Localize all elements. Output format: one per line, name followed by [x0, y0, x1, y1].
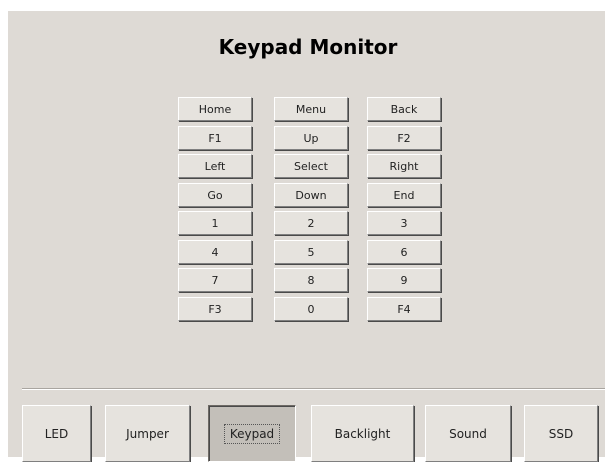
key-5-button[interactable]: 5	[274, 240, 348, 264]
key-right-button[interactable]: Right	[367, 154, 441, 178]
key-menu-button[interactable]: Menu	[274, 97, 348, 121]
app-window: Keypad Monitor Home Menu Back F1 Up F2 Left Sel…	[8, 11, 605, 462]
key-0-button[interactable]: 0	[274, 297, 348, 321]
tab-backlight[interactable]: Backlight	[311, 405, 414, 462]
page-title: Keypad Monitor	[218, 35, 398, 59]
key-f2-button[interactable]: F2	[367, 126, 441, 150]
key-down-button[interactable]: Down	[274, 183, 348, 207]
key-go-button[interactable]: Go	[178, 183, 252, 207]
key-7-button[interactable]: 7	[178, 268, 252, 292]
key-6-button[interactable]: 6	[367, 240, 441, 264]
tab-keypad[interactable]: Keypad	[208, 405, 296, 462]
key-end-button[interactable]: End	[367, 183, 441, 207]
tab-led[interactable]: LED	[22, 405, 91, 462]
tab-label: SSD	[548, 426, 574, 441]
key-home-button[interactable]: Home	[178, 97, 252, 121]
key-back-button[interactable]: Back	[367, 97, 441, 121]
key-8-button[interactable]: 8	[274, 268, 348, 292]
key-9-button[interactable]: 9	[367, 268, 441, 292]
key-select-button[interactable]: Select	[274, 154, 348, 178]
tab-ssd[interactable]: SSD	[524, 405, 598, 462]
tab-label: Sound	[449, 426, 487, 441]
tab-label: Backlight	[334, 426, 391, 441]
tab-label: LED	[44, 426, 69, 441]
key-f3-button[interactable]: F3	[178, 297, 252, 321]
tab-jumper[interactable]: Jumper	[105, 405, 190, 462]
tab-label: Keypad	[223, 423, 281, 444]
key-2-button[interactable]: 2	[274, 211, 348, 235]
key-3-button[interactable]: 3	[367, 211, 441, 235]
key-f1-button[interactable]: F1	[178, 126, 252, 150]
key-up-button[interactable]: Up	[274, 126, 348, 150]
key-1-button[interactable]: 1	[178, 211, 252, 235]
tab-label: Jumper	[126, 426, 169, 441]
key-left-button[interactable]: Left	[178, 154, 252, 178]
key-f4-button[interactable]: F4	[367, 297, 441, 321]
divider	[22, 388, 605, 390]
tab-sound[interactable]: Sound	[425, 405, 511, 462]
key-4-button[interactable]: 4	[178, 240, 252, 264]
